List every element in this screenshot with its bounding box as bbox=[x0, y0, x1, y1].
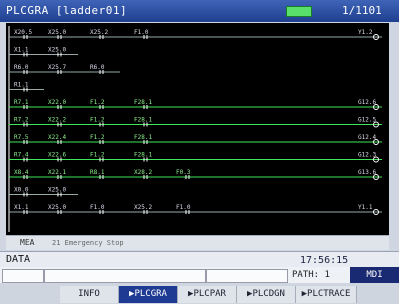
contact-address: F1.2 bbox=[90, 134, 105, 141]
contact-address: X8.4 bbox=[14, 169, 29, 176]
contact-address: X22.1 bbox=[48, 169, 66, 176]
title-bar: PLCGRA [ladder01] 1/1101 bbox=[0, 0, 399, 22]
message-text: 21 Emergency Stop bbox=[52, 239, 124, 247]
contact-address: F1.2 bbox=[90, 152, 105, 159]
coil-address: G13.6 bbox=[358, 169, 376, 176]
softkey-plctrace[interactable]: ▶PLCTRACE bbox=[296, 286, 357, 303]
clock: 17:56:15 bbox=[300, 255, 349, 266]
input-cell[interactable] bbox=[2, 269, 44, 283]
contact-address: X22.2 bbox=[48, 117, 66, 124]
contact-address: F1.2 bbox=[90, 117, 105, 124]
contact-address: X25.0 bbox=[48, 29, 66, 36]
contact-address: F1.0 bbox=[90, 204, 105, 211]
message-type: MEA bbox=[20, 238, 35, 247]
input-row: PATH: 1 bbox=[0, 267, 399, 283]
coil-address: G12.5 bbox=[358, 117, 376, 124]
contact-address: X0.0 bbox=[14, 187, 29, 194]
contact-address: R6.0 bbox=[14, 64, 29, 71]
contact-address: X20.5 bbox=[14, 29, 32, 36]
contact-address: R7.5 bbox=[14, 134, 29, 141]
coil-address: Y1.1 bbox=[358, 204, 373, 211]
softkey-plcpar[interactable]: ▶PLCPAR bbox=[178, 286, 237, 303]
contact-address: F28.1 bbox=[134, 134, 152, 141]
contact-address: R1.1 bbox=[14, 82, 29, 89]
path-indicator: PATH: 1 bbox=[292, 270, 330, 280]
status-indicator bbox=[286, 6, 312, 17]
contact-address: X22.6 bbox=[48, 152, 66, 159]
message-bar: MEA 21 Emergency Stop bbox=[6, 235, 389, 250]
ladder-diagram[interactable]: X20.5 X25.0 X25.2 F1.0 Y1.2 X1.1 X25.0 R6.0 X25.… bbox=[6, 23, 389, 235]
contact-address: F1.0 bbox=[176, 204, 191, 211]
softkey-info[interactable]: INFO bbox=[60, 286, 119, 303]
contact-address: R7.1 bbox=[14, 99, 29, 106]
contact-address: X25.2 bbox=[134, 204, 152, 211]
coil-address: G12.4 bbox=[358, 134, 376, 141]
contact-address: R7.4 bbox=[14, 152, 29, 159]
contact-address: X1.1 bbox=[14, 47, 29, 54]
contact-address: F28.1 bbox=[134, 152, 152, 159]
contact-address: X25.0 bbox=[48, 187, 66, 194]
contact-address: F1.2 bbox=[90, 99, 105, 106]
contact-address: X22.0 bbox=[48, 99, 66, 106]
coil-address: G12.6 bbox=[358, 99, 376, 106]
contact-address: R6.0 bbox=[90, 64, 105, 71]
data-label: DATA bbox=[6, 254, 31, 265]
contact-address: F28.1 bbox=[134, 99, 152, 106]
contact-address: X25.0 bbox=[48, 47, 66, 54]
contact-address: R8.1 bbox=[90, 169, 105, 176]
coil-address: Y1.2 bbox=[358, 29, 373, 36]
page-number: 1/1101 bbox=[342, 4, 382, 17]
mode-indicator: MDI bbox=[350, 267, 399, 283]
screen-title: PLCGRA [ladder01] bbox=[6, 4, 128, 17]
coil-address: G12.3 bbox=[358, 152, 376, 159]
softkey-plcdgn[interactable]: ▶PLCDGN bbox=[237, 286, 296, 303]
contact-address: F28.1 bbox=[134, 117, 152, 124]
input-cell[interactable] bbox=[44, 269, 206, 283]
contact-address: F0.3 bbox=[176, 169, 191, 176]
data-bar: DATA 17:56:15 bbox=[0, 251, 399, 268]
contact-address: F1.0 bbox=[134, 29, 149, 36]
softkey-bar: INFO ▶PLCGRA ▶PLCPAR ▶PLCDGN ▶PLCTRACE bbox=[0, 285, 399, 304]
contact-address: X25.0 bbox=[48, 204, 66, 211]
contact-address: X22.4 bbox=[48, 134, 66, 141]
contact-address: X25.7 bbox=[48, 64, 66, 71]
contact-address: X28.2 bbox=[134, 169, 152, 176]
input-cell[interactable] bbox=[206, 269, 288, 283]
contact-address: X25.2 bbox=[90, 29, 108, 36]
contact-address: R7.2 bbox=[14, 117, 29, 124]
contact-address: X1.1 bbox=[14, 204, 29, 211]
softkey-plcgra[interactable]: ▶PLCGRA bbox=[119, 286, 178, 303]
